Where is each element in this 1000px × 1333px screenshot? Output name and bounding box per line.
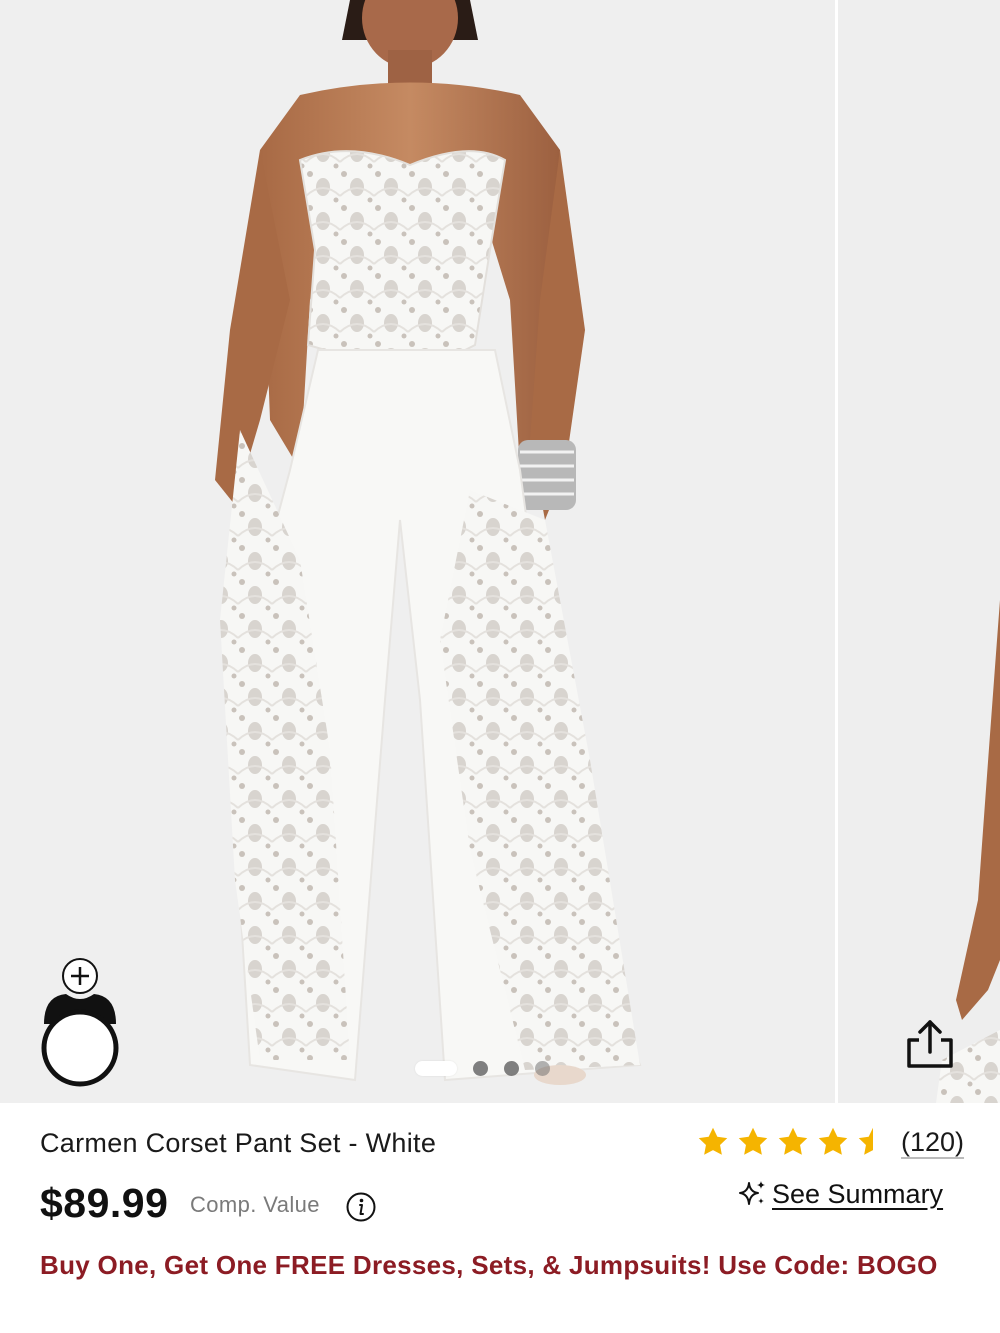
promo-banner: Buy One, Get One FREE Dresses, Sets, & J…	[40, 1250, 938, 1280]
star-icon	[775, 1124, 811, 1160]
product-title: Carmen Corset Pant Set - White	[40, 1128, 437, 1158]
gallery-dot[interactable]	[535, 1060, 550, 1076]
product-price: $89.99	[40, 1180, 169, 1226]
product-photo	[0, 0, 835, 1103]
info-icon[interactable]	[345, 1191, 377, 1223]
sparkle-icon	[736, 1178, 768, 1210]
see-summary-label[interactable]: See Summary	[772, 1179, 943, 1210]
gallery-dot[interactable]	[473, 1060, 488, 1076]
gallery-dot-active[interactable]	[415, 1060, 457, 1076]
star-icon	[735, 1124, 771, 1160]
comp-value-label: Comp. Value	[190, 1192, 320, 1217]
star-icon	[695, 1124, 731, 1160]
next-photo	[838, 0, 1000, 1103]
rating-summary[interactable]: (120)	[695, 1124, 964, 1160]
share-icon[interactable]	[903, 1016, 957, 1070]
product-image-next[interactable]	[838, 0, 1000, 1103]
gallery-pagination	[415, 1058, 550, 1078]
see-summary-link[interactable]: See Summary	[736, 1178, 943, 1210]
product-image-main[interactable]	[0, 0, 835, 1103]
review-count-link[interactable]: (120)	[901, 1127, 964, 1158]
avatar-try-on-icon[interactable]	[38, 958, 122, 1088]
gallery-dot[interactable]	[504, 1060, 519, 1076]
star-half-icon	[855, 1124, 891, 1160]
product-image-gallery[interactable]	[0, 0, 1000, 1103]
star-icon	[815, 1124, 851, 1160]
